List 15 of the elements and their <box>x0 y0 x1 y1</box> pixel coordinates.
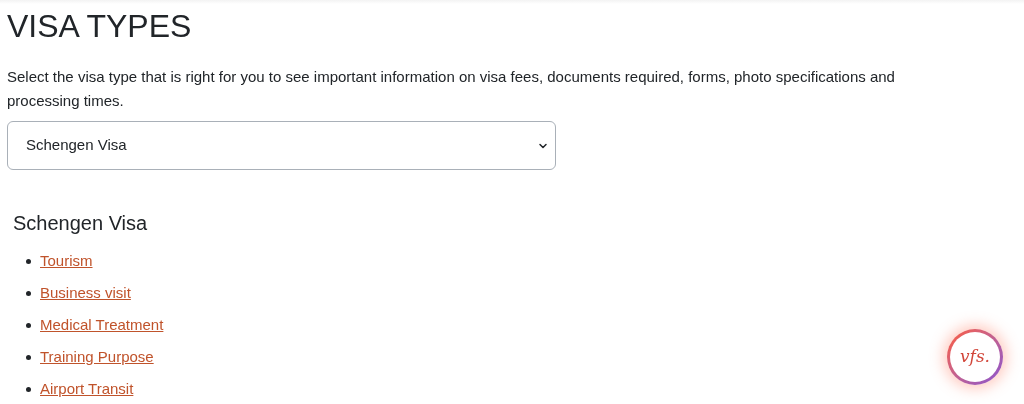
intro-text: Select the visa type that is right for you to see important information on visa fees, documents required, forms, photo specifications and processing times. <box>7 67 896 111</box>
visa-type-select[interactable]: Schengen Visa <box>7 121 556 170</box>
chat-badge[interactable]: vfs. <box>947 329 1003 385</box>
visa-link[interactable]: Tourism <box>40 249 93 273</box>
bullet <box>26 258 31 264</box>
visa-link[interactable]: Business visit <box>40 281 131 305</box>
visa-link[interactable]: Training Purpose <box>40 345 154 369</box>
bullet <box>26 290 31 296</box>
bullet <box>26 354 31 360</box>
visa-link[interactable]: Medical Treatment <box>40 313 164 337</box>
visa-link[interactable]: Airport Transit <box>40 377 134 401</box>
bullet <box>26 322 31 328</box>
section-heading: Schengen Visa <box>13 211 148 236</box>
bullet <box>26 386 31 392</box>
page-title: VISA TYPES <box>7 7 192 46</box>
